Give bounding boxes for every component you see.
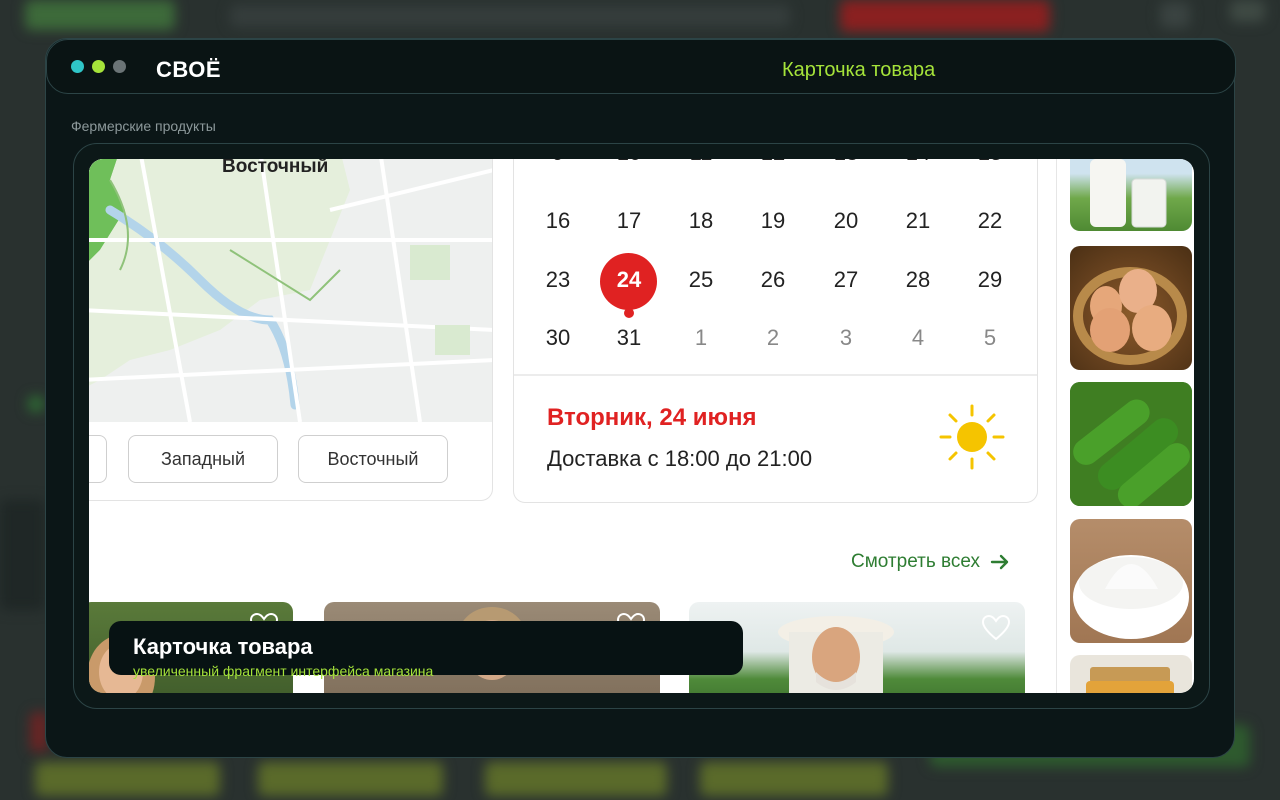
district-button-partial[interactable]	[89, 435, 107, 483]
calendar-day[interactable]: 12	[749, 159, 797, 166]
window-dot-teal[interactable]	[71, 60, 84, 73]
calendar-day[interactable]: 17	[605, 208, 653, 234]
calendar-day-next-month[interactable]: 5	[966, 325, 1014, 351]
calendar-day-next-month[interactable]: 2	[749, 325, 797, 351]
background-tag-3	[485, 762, 667, 796]
district-button-east[interactable]: Восточный	[298, 435, 448, 483]
caption-title: Карточка товара	[133, 634, 313, 659]
brand-logo: СВОЁ	[156, 57, 222, 82]
calendar-day-next-month[interactable]: 1	[677, 325, 725, 351]
background-tag-1	[35, 762, 220, 796]
cucumbers	[1070, 382, 1192, 506]
screenshot-frame: Восточный Западный Восточный 9 10 11 12 …	[73, 143, 1210, 709]
calendar-day[interactable]: 25	[677, 267, 725, 293]
cucumbers-image[interactable]	[1070, 382, 1192, 506]
sour-cream-image[interactable]	[1070, 519, 1192, 643]
calendar-day[interactable]: 11	[677, 159, 725, 166]
calendar-day[interactable]: 18	[677, 208, 725, 234]
map-district-label: Восточный	[222, 159, 329, 177]
background-icon-b	[1230, 0, 1265, 22]
background-tag-2	[258, 762, 443, 796]
heart-icon[interactable]	[981, 614, 1011, 642]
see-all-label: Смотреть всех	[851, 551, 981, 572]
delivery-time: Доставка с 18:00 до 21:00	[547, 446, 813, 471]
district-map[interactable]: Восточный	[89, 159, 492, 422]
calendar-day-next-month[interactable]: 3	[822, 325, 870, 351]
background-search	[230, 5, 790, 27]
map-graphic	[89, 159, 492, 422]
calendar-day[interactable]: 19	[749, 208, 797, 234]
background-side-panel	[0, 500, 45, 610]
honey-jar	[1086, 667, 1174, 693]
product-strip-divider	[1056, 159, 1057, 693]
breadcrumb[interactable]: Фермерские продукты	[71, 118, 216, 134]
sun-icon	[939, 404, 1005, 470]
calendar-day[interactable]: 10	[605, 159, 653, 166]
see-all-link[interactable]: Смотреть всех	[851, 551, 1010, 573]
sour-cream-bowl	[1073, 555, 1189, 639]
calendar-day[interactable]: 26	[749, 267, 797, 293]
eggs-image[interactable]	[1070, 246, 1192, 370]
milk-image[interactable]	[1070, 159, 1192, 231]
district-map-card: Восточный Западный Восточный	[89, 159, 493, 501]
calendar-day[interactable]: 28	[894, 267, 942, 293]
delivery-calendar-card: 9 10 11 12 13 14 15 16 17 18 19 20 21 22…	[513, 159, 1038, 503]
calendar-divider	[514, 374, 1037, 376]
window-title: Карточка товара	[782, 59, 936, 81]
background-logo	[25, 0, 175, 30]
selected-day-marker	[624, 308, 634, 318]
arrow-right-icon	[990, 554, 1009, 570]
background-green-dot	[28, 396, 44, 412]
title-bar: СВОЁ Карточка товара	[46, 39, 1236, 94]
milk-bottles	[1090, 159, 1167, 228]
calendar-day[interactable]: 23	[534, 267, 582, 293]
delivery-date: Вторник, 24 июня	[547, 404, 757, 431]
eggs-in-nest	[1073, 267, 1187, 365]
calendar-day[interactable]: 31	[605, 325, 653, 351]
calendar-day[interactable]: 20	[822, 208, 870, 234]
calendar-day-selected[interactable]: 24	[605, 267, 653, 293]
calendar-day-next-month[interactable]: 4	[894, 325, 942, 351]
calendar-day[interactable]: 21	[894, 208, 942, 234]
background-icon-a	[1160, 2, 1190, 28]
district-button-west[interactable]: Западный	[128, 435, 278, 483]
product-card-window: СВОЁ Карточка товара Фермерские продукты	[45, 38, 1236, 758]
window-dot-gray[interactable]	[113, 60, 126, 73]
calendar-day[interactable]: 16	[534, 208, 582, 234]
calendar-day[interactable]: 27	[822, 267, 870, 293]
background-red-button	[840, 0, 1050, 32]
background-tag-4	[700, 762, 888, 796]
window-dot-green[interactable]	[92, 60, 105, 73]
calendar-day[interactable]: 29	[966, 267, 1014, 293]
zoomed-store-fragment: Восточный Западный Восточный 9 10 11 12 …	[89, 159, 1194, 693]
caption-overlay: Карточка товара увеличенный фрагмент инт…	[109, 621, 743, 679]
calendar-day[interactable]: 22	[966, 208, 1014, 234]
caption-subtitle: увеличенный фрагмент интерфейса магазина	[133, 663, 434, 679]
calendar-day[interactable]: 9	[534, 159, 582, 166]
calendar-day[interactable]: 30	[534, 325, 582, 351]
honey-jar-image[interactable]	[1070, 655, 1192, 693]
calendar-day[interactable]: 14	[894, 159, 942, 166]
calendar-day[interactable]: 15	[966, 159, 1014, 166]
calendar-day[interactable]: 13	[822, 159, 870, 166]
